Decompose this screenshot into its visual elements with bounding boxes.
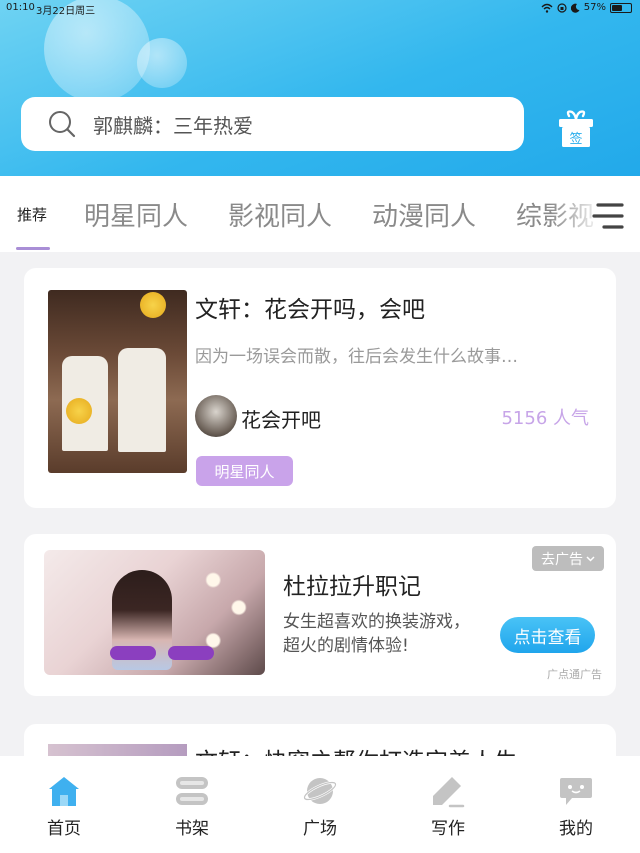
battery-fill (612, 4, 622, 11)
search-icon (49, 111, 76, 138)
status-time: 01:10 (6, 2, 35, 13)
moon-icon (570, 3, 580, 13)
cover-flower (66, 398, 92, 424)
category-tag[interactable]: 明星同人 (196, 456, 293, 486)
story-card[interactable]: 文轩：花会开吗，会吧 因为一场误会而散，往后会发生什么故事… 花会开吧 5156… (24, 268, 616, 508)
cover-flower (140, 292, 166, 318)
view-ad-button[interactable]: 点击查看 (500, 617, 595, 653)
story-title: 文轩：花会开吗，会吧 (195, 297, 425, 323)
nav-write[interactable]: 写作 (408, 756, 488, 853)
nav-square-label: 广场 (303, 819, 337, 839)
author-name[interactable]: 花会开吧 (241, 404, 321, 433)
ad-image-badge (110, 646, 156, 660)
status-date: 3月22日周三 (36, 6, 96, 17)
popularity-count: 5156 人气 (501, 408, 589, 429)
home-icon (49, 777, 79, 806)
nav-write-label: 写作 (431, 819, 465, 839)
ad-image-badge (168, 646, 214, 660)
nav-home-label: 首页 (47, 819, 81, 839)
nav-bookshelf[interactable]: 书架 (152, 756, 232, 853)
chat-bubble-icon (560, 778, 592, 805)
ad-source: 广点通广告 (547, 668, 602, 681)
battery-icon (610, 2, 632, 13)
battery-percent: 57% (583, 2, 606, 13)
tab-anime-fanfic[interactable]: 动漫同人 (372, 176, 476, 252)
cover-figure (118, 348, 166, 452)
header: 01:10 3月22日周三 57% 郭麒麟：三年热爱 签 (0, 0, 640, 176)
nav-profile[interactable]: 我的 (536, 756, 616, 853)
nav-home[interactable]: 首页 (24, 756, 104, 853)
status-right: 57% (541, 2, 632, 13)
author-avatar[interactable] (195, 395, 237, 437)
bookshelf-icon (176, 777, 208, 805)
ad-image (44, 550, 265, 675)
story-description: 因为一场误会而散，往后会发生什么故事… (195, 347, 518, 367)
ad-description: 女生超喜欢的换装游戏，超火的剧情体验! (283, 612, 470, 656)
ad-card[interactable]: 去广告 杜拉拉升职记 女生超喜欢的换装游戏，超火的剧情体验! 点击查看 广点通广… (24, 534, 616, 696)
gift-sign-in-icon[interactable]: 签 (556, 110, 596, 148)
search-placeholder: 郭麒麟：三年热爱 (93, 113, 253, 138)
remove-ad-label: 去广告 (541, 551, 583, 568)
nav-profile-label: 我的 (559, 819, 593, 839)
nav-square[interactable]: 广场 (280, 756, 360, 853)
tab-celebrity-fanfic[interactable]: 明星同人 (84, 176, 188, 252)
story-cover (48, 290, 187, 473)
active-tab-indicator (16, 247, 50, 250)
bottom-navigation: 首页 书架 广场 写作 我的 (0, 756, 640, 853)
ad-title: 杜拉拉升职记 (283, 574, 421, 600)
menu-icon[interactable] (592, 199, 626, 233)
wifi-icon (541, 3, 553, 13)
tab-film-tv-fanfic[interactable]: 影视同人 (228, 176, 332, 252)
gift-label: 签 (569, 131, 582, 147)
chevron-down-icon (586, 555, 595, 562)
tab-recommend[interactable]: 推荐 (17, 176, 47, 252)
planet-icon (303, 778, 337, 804)
search-bar[interactable]: 郭麒麟：三年热爱 (21, 97, 524, 151)
category-tabs: 推荐 明星同人 影视同人 动漫同人 综影视 (0, 176, 640, 252)
pen-icon (433, 777, 465, 808)
lock-rotation-icon (557, 2, 567, 13)
status-bar: 01:10 3月22日周三 57% (0, 0, 640, 17)
nav-bookshelf-label: 书架 (175, 819, 209, 839)
remove-ad-button[interactable]: 去广告 (532, 546, 604, 571)
decorative-bubble (137, 38, 187, 88)
